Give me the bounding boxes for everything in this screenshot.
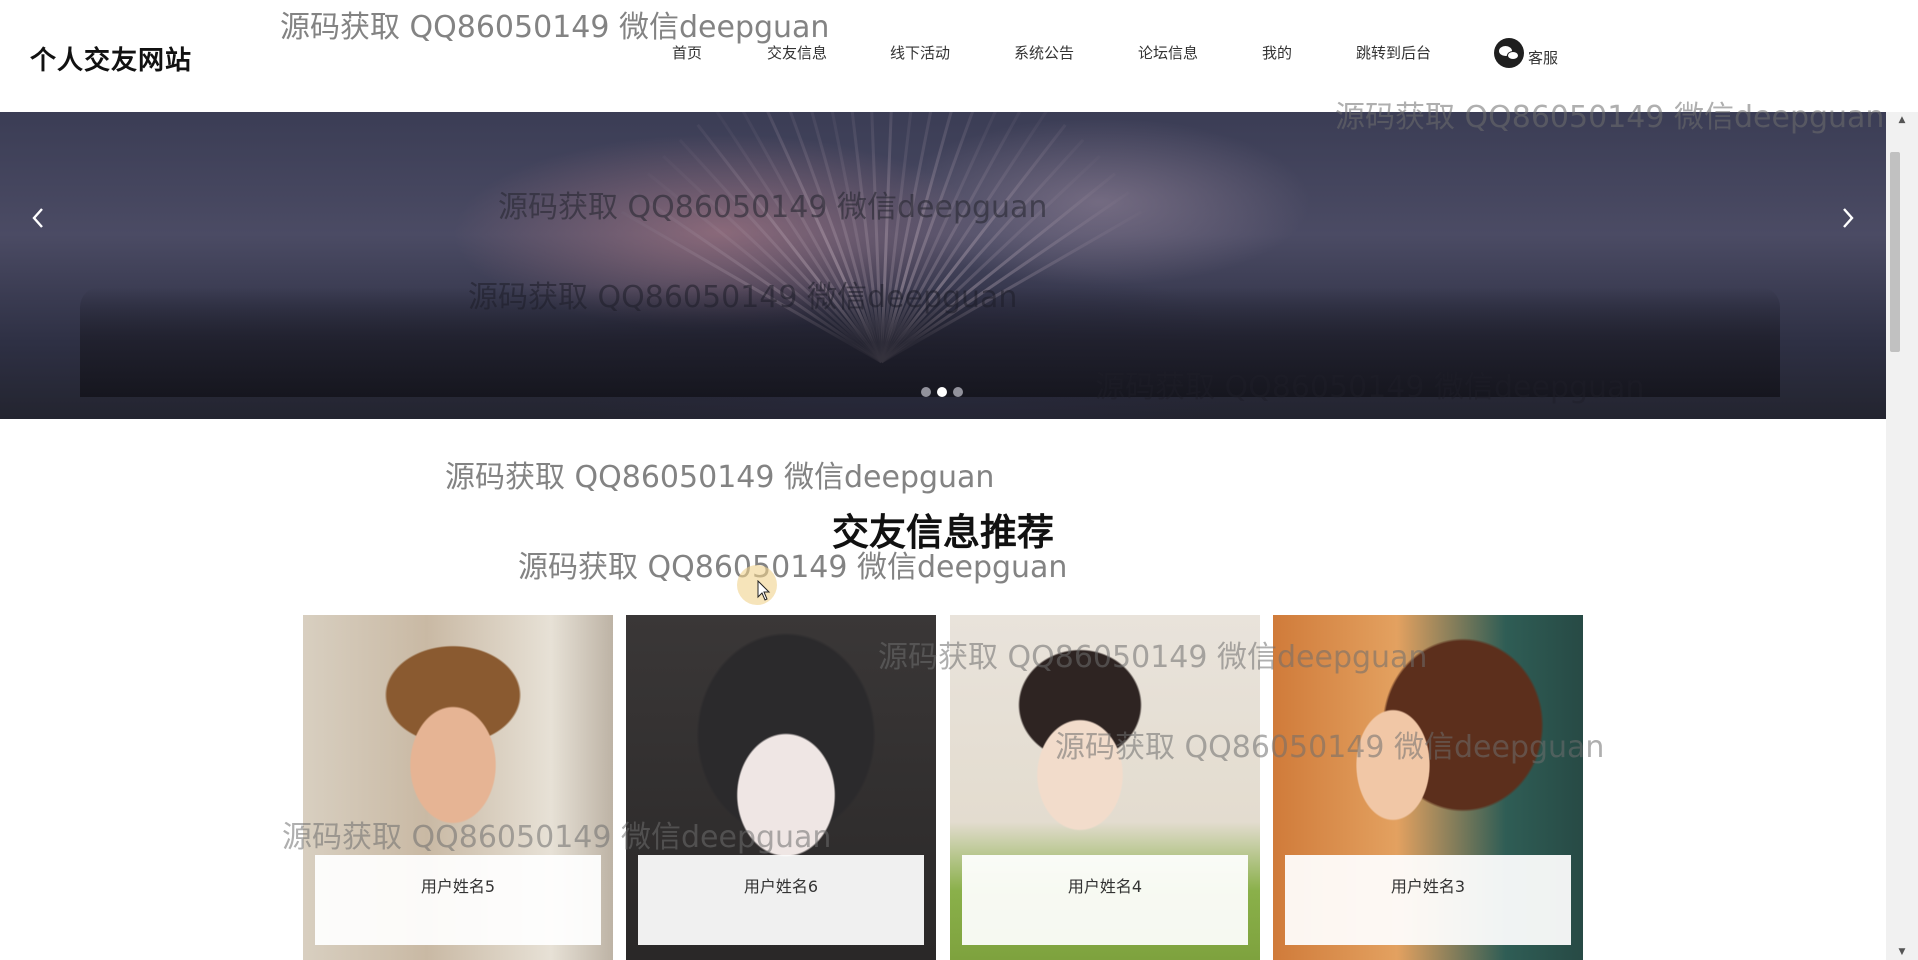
chevron-left-icon [31, 207, 45, 229]
carousel-prev-button[interactable] [18, 198, 58, 238]
user-card-name: 用户姓名6 [638, 855, 924, 945]
chevron-right-icon [1841, 207, 1855, 229]
banner-carousel [0, 112, 1886, 419]
nav-dating-info[interactable]: 交友信息 [767, 42, 827, 63]
scrollbar-thumb[interactable] [1890, 152, 1900, 352]
carousel-dot-2[interactable] [937, 387, 947, 397]
nav-home[interactable]: 首页 [672, 42, 702, 63]
scroll-up-arrow-icon[interactable]: ▲ [1886, 112, 1918, 128]
user-card[interactable]: 用户姓名5 [303, 615, 613, 960]
user-card-name: 用户姓名5 [315, 855, 601, 945]
customer-service-label: 客服 [1528, 47, 1558, 68]
user-card[interactable]: 用户姓名4 [950, 615, 1260, 960]
watermark: 源码获取 QQ86050149 微信deepguan [445, 452, 994, 496]
nav-announcements[interactable]: 系统公告 [1014, 42, 1074, 63]
nav-admin[interactable]: 跳转到后台 [1356, 42, 1431, 63]
customer-service[interactable]: 客服 [1494, 36, 1558, 68]
nav-mine[interactable]: 我的 [1262, 42, 1292, 63]
banner-image-book [80, 287, 1780, 397]
wechat-icon [1494, 38, 1524, 68]
user-card-name: 用户姓名4 [962, 855, 1248, 945]
user-card[interactable]: 用户姓名3 [1273, 615, 1583, 960]
mouse-cursor-icon [757, 580, 771, 602]
nav-forum[interactable]: 论坛信息 [1138, 42, 1198, 63]
user-card[interactable]: 用户姓名6 [626, 615, 936, 960]
user-card-name: 用户姓名3 [1285, 855, 1571, 945]
carousel-indicators [921, 387, 963, 397]
carousel-next-button[interactable] [1828, 198, 1868, 238]
section-title: 交友信息推荐 [0, 502, 1886, 556]
site-logo[interactable]: 个人交友网站 [30, 40, 192, 77]
header: 个人交友网站 首页 交友信息 线下活动 系统公告 论坛信息 我的 跳转到后台 客… [0, 0, 1886, 112]
page: 个人交友网站 首页 交友信息 线下活动 系统公告 论坛信息 我的 跳转到后台 客… [0, 0, 1918, 960]
carousel-dot-3[interactable] [953, 387, 963, 397]
carousel-dot-1[interactable] [921, 387, 931, 397]
page-scrollbar[interactable]: ▲ ▼ [1886, 112, 1918, 960]
nav-offline-events[interactable]: 线下活动 [890, 42, 950, 63]
scroll-down-arrow-icon[interactable]: ▼ [1886, 944, 1918, 960]
